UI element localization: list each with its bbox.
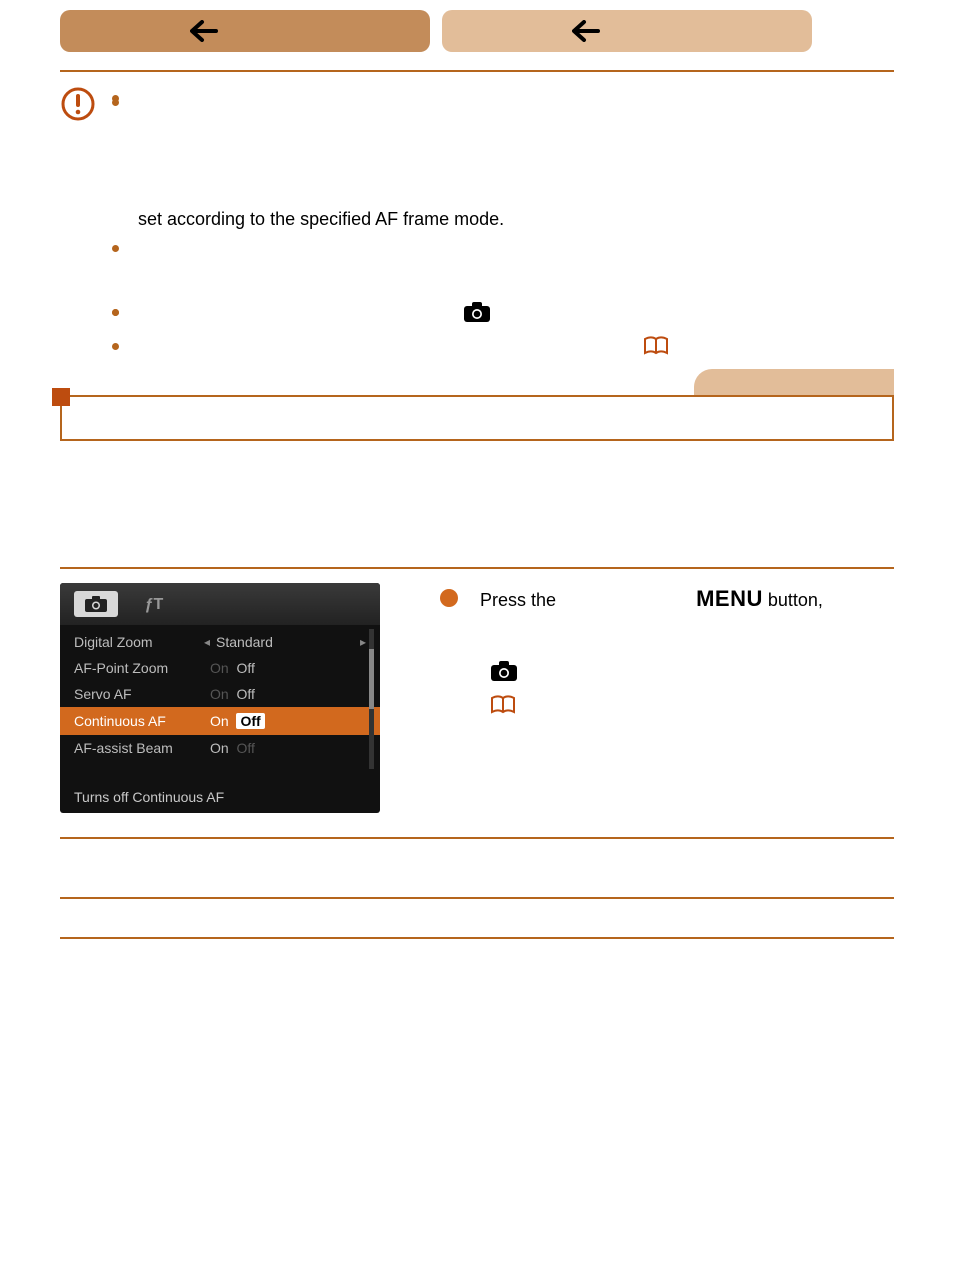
menu-row-af-assist-beam: AF-assist Beam On Off — [74, 735, 366, 761]
step-text-a: Press the — [480, 590, 561, 610]
step-text-b: button, — [768, 590, 823, 610]
book-ref-icon — [490, 695, 516, 722]
divider — [60, 70, 894, 72]
back-arrow-icon — [190, 20, 218, 42]
caution-block: set according to the specified AF frame … — [60, 86, 894, 367]
menu-value-on: On — [210, 660, 229, 676]
menu-help-text: Turns off Continuous AF — [74, 787, 224, 807]
table-value — [140, 898, 894, 938]
section-tab-decor — [694, 369, 894, 395]
section-title-box — [60, 395, 894, 441]
menu-label: Servo AF — [74, 684, 204, 704]
menu-tab-shooting-icon — [74, 591, 118, 617]
menu-label: AF-assist Beam — [74, 738, 204, 758]
menu-label: Continuous AF — [74, 711, 204, 731]
camera-icon — [463, 301, 491, 330]
table-row — [60, 898, 894, 938]
bullet-item — [112, 300, 894, 330]
table-key — [60, 838, 140, 898]
scrollbar-thumb — [369, 649, 374, 709]
menu-value-on: On — [210, 686, 229, 702]
menu-row-digital-zoom: Digital Zoom ◂ Standard ▸ — [74, 629, 366, 655]
menu-value-off: Off — [236, 740, 254, 756]
book-ref-icon — [643, 336, 669, 363]
tab-back-light[interactable] — [442, 10, 812, 52]
divider — [60, 567, 894, 569]
bullet-item — [112, 236, 894, 296]
menu-value-off-selected: Off — [236, 713, 264, 729]
menu-scrollbar — [369, 629, 374, 769]
section-body — [60, 461, 894, 541]
instructions: Press the MENU button, — [440, 583, 894, 722]
instruction-step: Press the MENU button, — [440, 583, 894, 722]
menu-label: Digital Zoom — [74, 632, 204, 652]
tab-back-dark[interactable] — [60, 10, 430, 52]
table-row — [60, 838, 894, 898]
chevron-right-icon: ▸ — [360, 634, 366, 651]
menu-value-on: On — [210, 713, 229, 729]
camera-icon — [490, 660, 518, 689]
menu-value-off: Off — [236, 660, 254, 676]
menu-row-continuous-af-selected: Continuous AF On Off — [60, 707, 380, 735]
bullet-text-line: set according to the specified AF frame … — [138, 206, 894, 232]
bullet-list: set according to the specified AF frame … — [108, 86, 894, 367]
menu-value-off: Off — [236, 686, 254, 702]
bullet-item: set according to the specified AF frame … — [112, 90, 894, 232]
top-tabs — [60, 10, 894, 52]
menu-row-servo-af: Servo AF On Off — [74, 681, 366, 707]
step-bullet-icon — [440, 589, 458, 607]
back-arrow-icon — [572, 20, 600, 42]
menu-value: Standard — [210, 632, 360, 652]
section-square-icon — [52, 388, 70, 406]
table-value — [140, 838, 894, 898]
menu-label: AF-Point Zoom — [74, 658, 204, 678]
bullet-item — [112, 334, 894, 363]
menu-button-label: MENU — [696, 586, 763, 611]
table-key — [60, 898, 140, 938]
menu-value-on: On — [210, 740, 229, 756]
bullet-text — [138, 93, 143, 113]
options-table — [60, 837, 894, 939]
camera-menu-screenshot: ƒT Digital Zoom ◂ Standard ▸ AF-Point Zo… — [60, 583, 380, 813]
section-header — [60, 395, 894, 441]
menu-tab-setup-icon: ƒT — [132, 591, 176, 617]
menu-row-afpoint-zoom: AF-Point Zoom On Off — [74, 655, 366, 681]
caution-icon — [60, 86, 108, 129]
menu-list: Digital Zoom ◂ Standard ▸ AF-Point Zoom … — [60, 625, 380, 761]
